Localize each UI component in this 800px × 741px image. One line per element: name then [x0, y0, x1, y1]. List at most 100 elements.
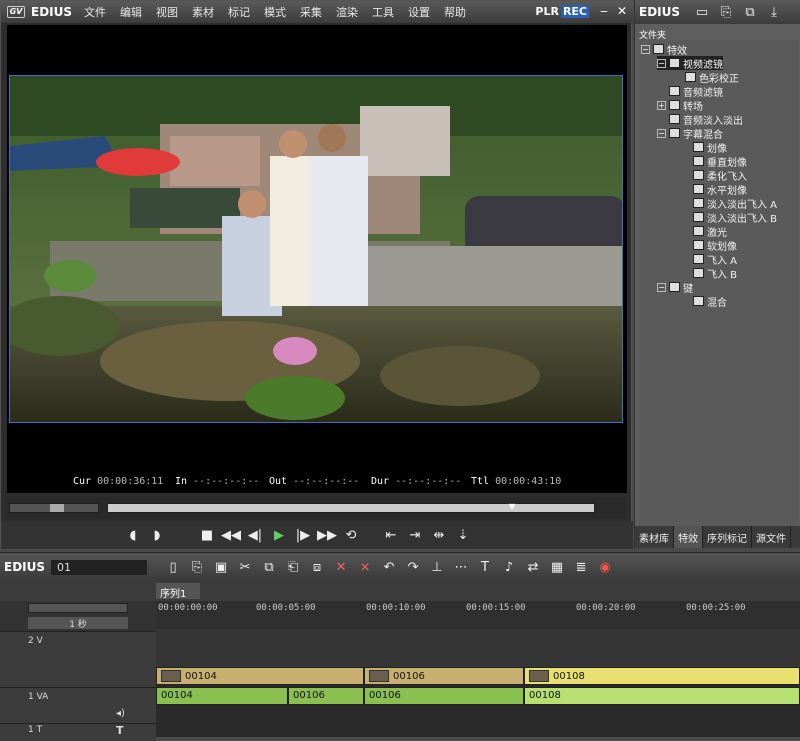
rewind-icon[interactable]: ◀◀: [219, 528, 243, 543]
loop-icon[interactable]: ⟲: [339, 528, 363, 543]
audio-clip[interactable]: 00106: [364, 687, 524, 705]
time-ruler[interactable]: 00:00:00:00 00:00:05:00 00:00:10:00 00:0…: [156, 601, 800, 629]
tree-soft-fly-in[interactable]: 柔化飞入: [693, 168, 747, 183]
menu-edit[interactable]: 编辑: [120, 4, 142, 20]
new-icon[interactable]: ▯: [161, 560, 185, 575]
tree-wipe[interactable]: 划像: [693, 140, 727, 155]
zoom-level[interactable]: 1 秒: [28, 617, 128, 630]
effects-toolbar: EDIUS ▭ ⎘ ⧉ ⤓: [635, 0, 800, 24]
split-icon[interactable]: ⇹: [427, 528, 451, 543]
tree-fade-fly-in-a[interactable]: 淡入淡出飞入 A: [693, 196, 777, 211]
tree-transitions[interactable]: + 转场: [657, 98, 703, 113]
fast-forward-icon[interactable]: ▶▶: [315, 528, 339, 543]
stop-icon[interactable]: ■: [195, 528, 219, 543]
audio-clip[interactable]: 00106: [288, 687, 364, 705]
save-icon[interactable]: ▣: [209, 560, 233, 575]
clip-thumbnail: [369, 670, 389, 682]
tree-fly-in-a[interactable]: 飞入 A: [693, 252, 737, 267]
collapse-icon[interactable]: −: [641, 44, 650, 54]
tree-color-correction[interactable]: 色彩校正: [685, 70, 739, 85]
minimize-icon[interactable]: ‒: [597, 4, 611, 18]
close-icon[interactable]: ✕: [615, 4, 629, 18]
menu-clip[interactable]: 素材: [192, 4, 214, 20]
tree-fly-in-b[interactable]: 飞入 B: [693, 266, 737, 281]
tree-laser[interactable]: 激光: [693, 224, 727, 239]
mixer-icon[interactable]: ≣: [569, 560, 593, 575]
tree-audio-filters[interactable]: 音频滤镜: [669, 84, 723, 99]
menu-tools[interactable]: 工具: [372, 4, 394, 20]
sequence-number[interactable]: 01: [51, 559, 148, 575]
redo-icon[interactable]: ↷: [401, 560, 425, 575]
import-icon[interactable]: ⤓: [762, 5, 786, 20]
tree-soft-wipe[interactable]: 软划像: [693, 238, 737, 253]
insert-icon[interactable]: ⇤: [379, 528, 403, 543]
position-marker-icon[interactable]: ▾: [509, 499, 519, 515]
open-icon[interactable]: ⎘: [714, 5, 738, 20]
expand-icon[interactable]: +: [657, 100, 666, 110]
replace-icon[interactable]: ⧈: [305, 560, 329, 575]
video-clip[interactable]: 00106: [364, 667, 524, 685]
shuttle-handle[interactable]: [50, 504, 64, 512]
undo-icon[interactable]: ↶: [377, 560, 401, 575]
record-icon[interactable]: ◉: [593, 560, 617, 575]
open-project-icon[interactable]: ⎘: [185, 560, 209, 575]
timeline-scroll[interactable]: [28, 603, 128, 613]
paste-icon[interactable]: ⎗: [281, 560, 305, 575]
folder-icon[interactable]: ▭: [690, 5, 714, 20]
step-back-icon[interactable]: ◀|: [243, 528, 267, 543]
tree-keys[interactable]: − 键: [657, 280, 693, 295]
shuttle-slider[interactable]: [9, 503, 99, 513]
menu-file[interactable]: 文件: [84, 4, 106, 20]
audio-clip[interactable]: 00104: [156, 687, 288, 705]
play-icon[interactable]: ▶: [267, 528, 291, 543]
menu-capture[interactable]: 采集: [300, 4, 322, 20]
tab-sequence1[interactable]: 序列1: [156, 583, 200, 600]
set-out-icon[interactable]: ◗: [145, 528, 169, 543]
tab-bin[interactable]: 素材库: [635, 526, 674, 548]
render-icon[interactable]: ⇄: [521, 560, 545, 575]
tree-blend[interactable]: 混合: [693, 294, 727, 309]
audio-clip[interactable]: 00108: [524, 687, 800, 705]
snap-icon[interactable]: ⋯: [449, 560, 473, 575]
lift-icon[interactable]: ⇣: [451, 528, 475, 543]
position-bar[interactable]: [107, 503, 595, 513]
copy-icon[interactable]: ⧉: [257, 560, 281, 575]
video-clip[interactable]: 00108: [524, 667, 800, 685]
title-icon[interactable]: T: [473, 560, 497, 575]
tab-source-files[interactable]: 源文件: [752, 526, 791, 548]
copy-icon[interactable]: ⧉: [738, 5, 762, 20]
set-in-icon[interactable]: ◖: [121, 528, 145, 543]
menu-mode[interactable]: 模式: [264, 4, 286, 20]
timeline-toolbar: EDIUS 01 ▯ ⎘ ▣ ✂ ⧉ ⎗ ⧈ ✕ ⨯ ↶ ↷ ⊥ ⋯ T ♪ ⇄…: [0, 553, 800, 581]
dur-timecode: Dur --:--:--:--: [371, 476, 462, 487]
tab-effects[interactable]: 特效: [674, 526, 703, 548]
timeline-window: EDIUS 01 ▯ ⎘ ▣ ✂ ⧉ ⎗ ⧈ ✕ ⨯ ↶ ↷ ⊥ ⋯ T ♪ ⇄…: [0, 552, 800, 741]
video-clip[interactable]: 00104: [156, 667, 364, 685]
collapse-icon[interactable]: −: [657, 58, 666, 68]
menu-help[interactable]: 帮助: [444, 4, 466, 20]
grid-icon[interactable]: ▦: [545, 560, 569, 575]
menu-view[interactable]: 视图: [156, 4, 178, 20]
microphone-icon[interactable]: ♪: [497, 560, 521, 575]
delete-icon[interactable]: ✕: [329, 560, 353, 575]
tree-audio-fades[interactable]: 音频淡入淡出: [669, 112, 743, 127]
tree-title-mixers[interactable]: − 字幕混合: [657, 126, 723, 141]
tree-fade-fly-in-b[interactable]: 淡入淡出飞入 B: [693, 210, 777, 225]
split-clip-icon[interactable]: ⊥: [425, 560, 449, 575]
overwrite-icon[interactable]: ⇥: [403, 528, 427, 543]
tree-video-filters[interactable]: − 视频滤镜: [657, 56, 723, 71]
speaker-icon[interactable]: ◂): [116, 708, 125, 719]
menu-marker[interactable]: 标记: [228, 4, 250, 20]
plr-rec-indicator[interactable]: PLR REC: [535, 5, 589, 18]
menu-render[interactable]: 渲染: [336, 4, 358, 20]
cut-icon[interactable]: ✂: [233, 560, 257, 575]
collapse-icon[interactable]: −: [657, 282, 666, 292]
tree-effects[interactable]: − 特效: [641, 42, 687, 57]
tree-horizontal-wipe[interactable]: 水平划像: [693, 182, 747, 197]
tree-vertical-wipe[interactable]: 垂直划像: [693, 154, 747, 169]
step-forward-icon[interactable]: |▶: [291, 528, 315, 543]
collapse-icon[interactable]: −: [657, 128, 666, 138]
ripple-delete-icon[interactable]: ⨯: [353, 560, 377, 575]
tab-sequence-markers[interactable]: 序列标记: [703, 526, 752, 548]
menu-settings[interactable]: 设置: [408, 4, 430, 20]
